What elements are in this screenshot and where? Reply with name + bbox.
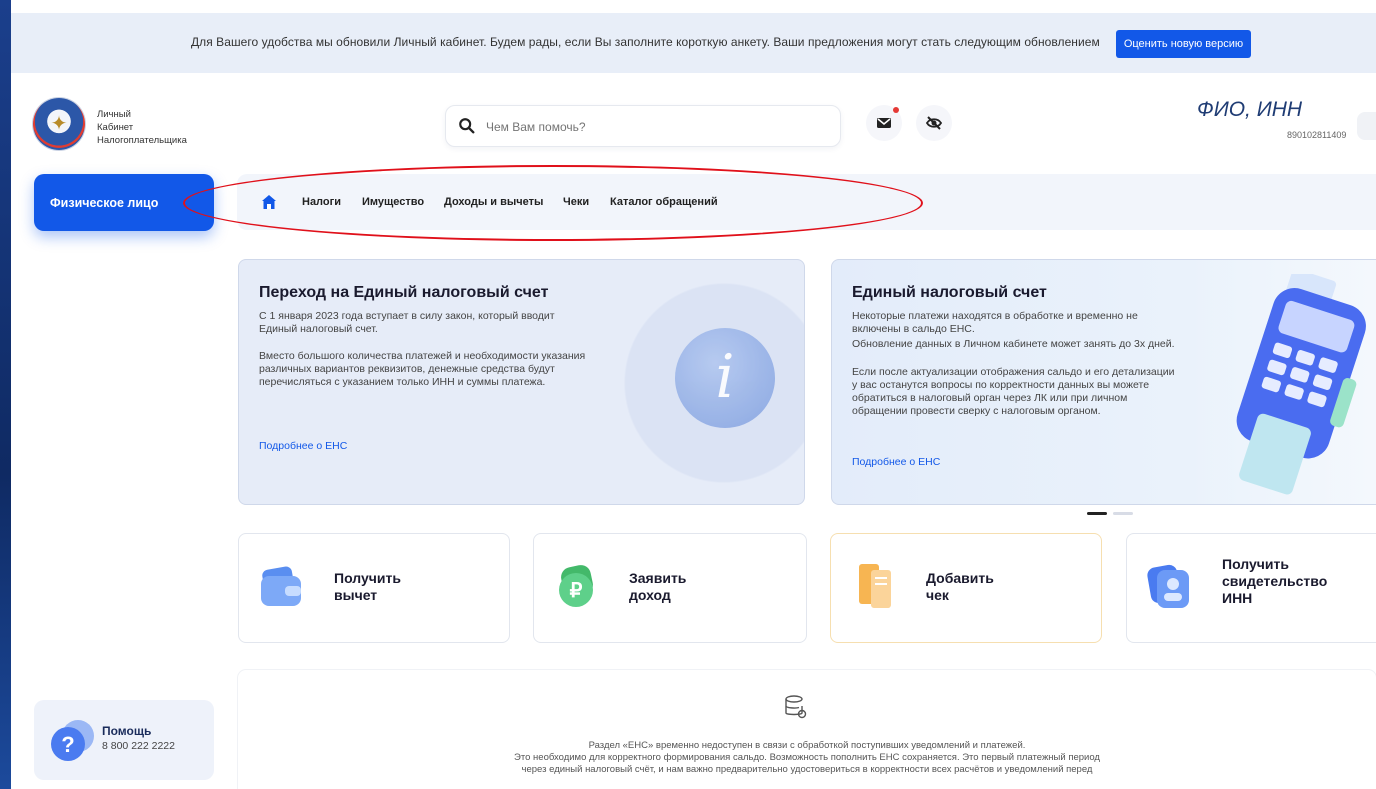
home-icon[interactable] [261, 194, 277, 210]
svg-text:₽: ₽ [570, 580, 583, 602]
nav-item-requests[interactable]: Каталог обращений [610, 196, 718, 208]
search-icon [459, 118, 475, 134]
brand-line: Налогоплательщика [97, 135, 187, 146]
user-name[interactable]: ФИО, ИНН [1197, 98, 1302, 122]
banner-text: Для Вашего удобства мы обновили Личный к… [191, 35, 1100, 49]
add-receipt-tile[interactable]: Добавить чек [830, 533, 1102, 643]
info-icon: i [675, 328, 775, 428]
wallet-icon [261, 566, 301, 606]
card-paragraph: Если после актуализации отображения саль… [852, 366, 1175, 417]
help-question-icon: ? [51, 720, 94, 761]
rate-new-version-button[interactable]: Оценить новую версию [1116, 30, 1251, 58]
window-left-edge [0, 0, 11, 789]
ens-unavailable-notice: Раздел «ЕНС» временно недоступен в связи… [238, 670, 1376, 789]
search-input[interactable] [484, 116, 828, 138]
tile-label: Получить свидетельство ИНН [1222, 556, 1327, 607]
ruble-icon: ₽ [559, 565, 593, 607]
help-phone[interactable]: 8 800 222 2222 [102, 740, 175, 752]
ens-transition-card: i Переход на Единый налоговый счет С 1 я… [238, 259, 805, 505]
notice-line: через единый налоговый счёт, и нам важно… [521, 764, 1093, 775]
hide-balance-button[interactable] [916, 105, 952, 141]
notification-dot [893, 107, 899, 113]
ens-more-link[interactable]: Подробнее о ЕНС [852, 456, 940, 468]
nav-item-property[interactable]: Имущество [362, 196, 424, 208]
brand-name: Личный Кабинет Налогоплательщика [97, 108, 187, 147]
tile-label-line: доход [629, 587, 671, 603]
tile-label-line: Добавить [926, 570, 994, 586]
database-settings-icon [785, 695, 807, 719]
sidebar-item-individual[interactable]: Физическое лицо [34, 174, 214, 231]
tile-label-line: Получить [334, 570, 401, 586]
fns-logo[interactable]: ✦ [33, 98, 85, 150]
mail-icon [877, 118, 891, 128]
card-paragraph: Обновление данных в Личном кабинете може… [852, 338, 1175, 350]
card-paragraph: Некоторые платежи находятся в обработке … [852, 310, 1138, 335]
eye-off-icon [925, 116, 943, 130]
tile-label: Получить вычет [334, 570, 401, 604]
tile-label-line: чек [926, 587, 949, 603]
card-title: Единый налоговый счет [852, 284, 1047, 301]
receipt-icon [859, 564, 891, 608]
get-inn-certificate-tile[interactable]: Получить свидетельство ИНН [1126, 533, 1376, 643]
help-widget[interactable]: ? Помощь 8 800 222 2222 [34, 700, 214, 780]
card-paragraph: С 1 января 2023 года вступает в силу зак… [259, 310, 555, 335]
tile-label: Заявить доход [629, 570, 686, 604]
id-card-icon [1147, 564, 1189, 608]
help-title: Помощь [102, 724, 152, 738]
tile-label-line: ИНН [1222, 590, 1253, 606]
notice-text: Раздел «ЕНС» временно недоступен в связи… [238, 740, 1376, 776]
brand-line: Личный [97, 109, 131, 120]
svg-text:?: ? [61, 732, 74, 757]
profile-menu-toggle[interactable] [1357, 112, 1376, 140]
search-box[interactable] [445, 105, 841, 147]
carousel-indicator[interactable] [1087, 510, 1137, 516]
tile-label-line: свидетельство [1222, 573, 1328, 589]
payment-terminal-icon [1236, 274, 1366, 495]
tile-label-line: Получить [1222, 556, 1289, 572]
tile-label-line: Заявить [629, 570, 687, 586]
notice-line: Это необходимо для корректного формирова… [514, 752, 1100, 763]
emblem-icon: ✦ [50, 113, 68, 135]
messages-button[interactable] [866, 105, 902, 141]
main-nav: Налоги Имущество Доходы и вычеты Чеки Ка… [237, 174, 1376, 230]
carousel-dot-active[interactable] [1087, 512, 1107, 515]
nav-item-taxes[interactable]: Налоги [302, 196, 341, 208]
ens-card: Единый налоговый счет Некоторые платежи … [831, 259, 1376, 505]
ens-more-link[interactable]: Подробнее о ЕНС [259, 440, 347, 452]
brand-line: Кабинет [97, 122, 134, 133]
nav-item-receipts[interactable]: Чеки [563, 196, 589, 208]
tile-label: Добавить чек [926, 570, 994, 604]
declare-income-tile[interactable]: ₽ Заявить доход [533, 533, 807, 643]
update-banner: Для Вашего удобства мы обновили Личный к… [11, 13, 1376, 73]
page: Для Вашего удобства мы обновили Личный к… [11, 0, 1376, 789]
nav-item-income[interactable]: Доходы и вычеты [444, 196, 543, 208]
get-deduction-tile[interactable]: Получить вычет [238, 533, 510, 643]
tile-label-line: вычет [334, 587, 378, 603]
carousel-dot[interactable] [1113, 512, 1133, 515]
card-paragraph: Вместо большого количества платежей и не… [259, 350, 586, 388]
notice-line: Раздел «ЕНС» временно недоступен в связи… [588, 740, 1026, 751]
user-inn: 890102811409 [1287, 130, 1347, 140]
card-title: Переход на Единый налоговый счет [259, 284, 549, 301]
